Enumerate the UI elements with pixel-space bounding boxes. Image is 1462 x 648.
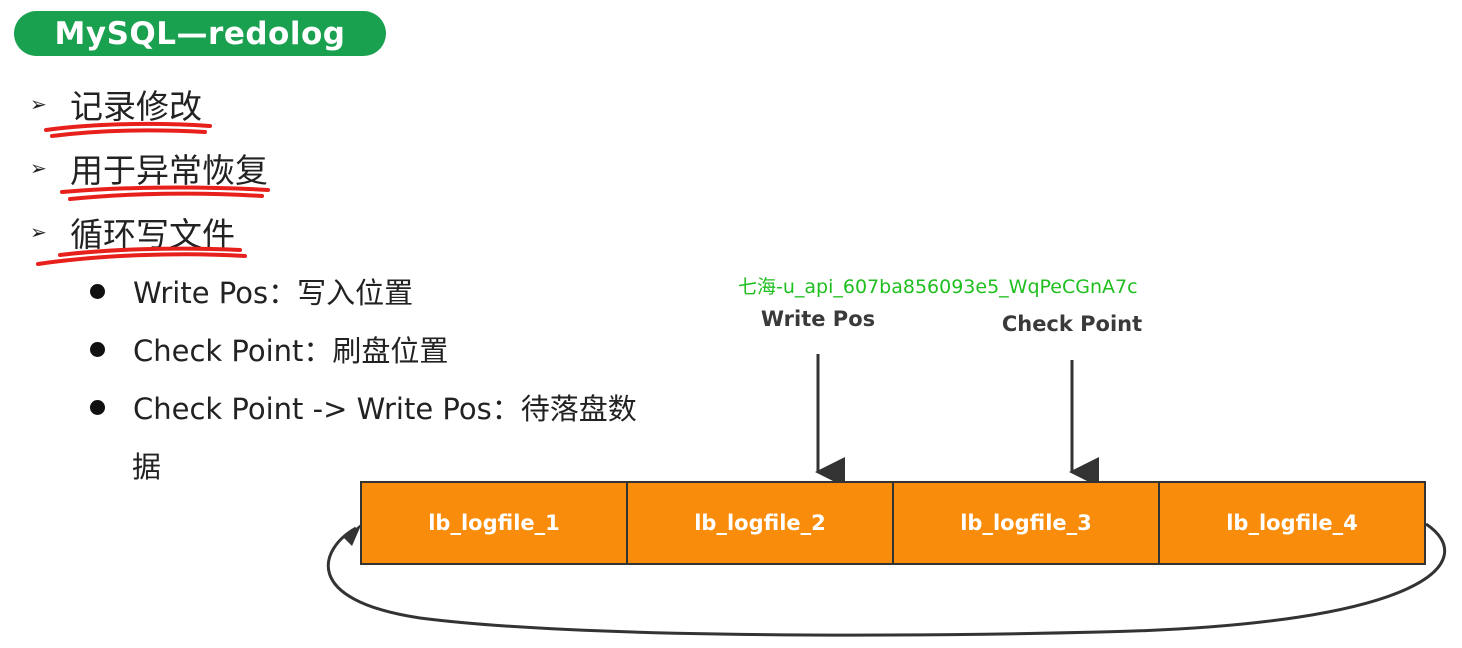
logfile-block: lb_logfile_3 — [894, 481, 1160, 565]
logfile-block: lb_logfile_1 — [360, 481, 628, 565]
logfile-block: lb_logfile_2 — [628, 481, 894, 565]
underline-annotation — [44, 121, 212, 138]
logfile-block: lb_logfile_4 — [1160, 481, 1426, 565]
underline-annotation — [60, 185, 270, 201]
logfile-bar: lb_logfile_1 lb_logfile_2 lb_logfile_3 l… — [360, 481, 1426, 565]
underline-annotation — [36, 246, 247, 266]
